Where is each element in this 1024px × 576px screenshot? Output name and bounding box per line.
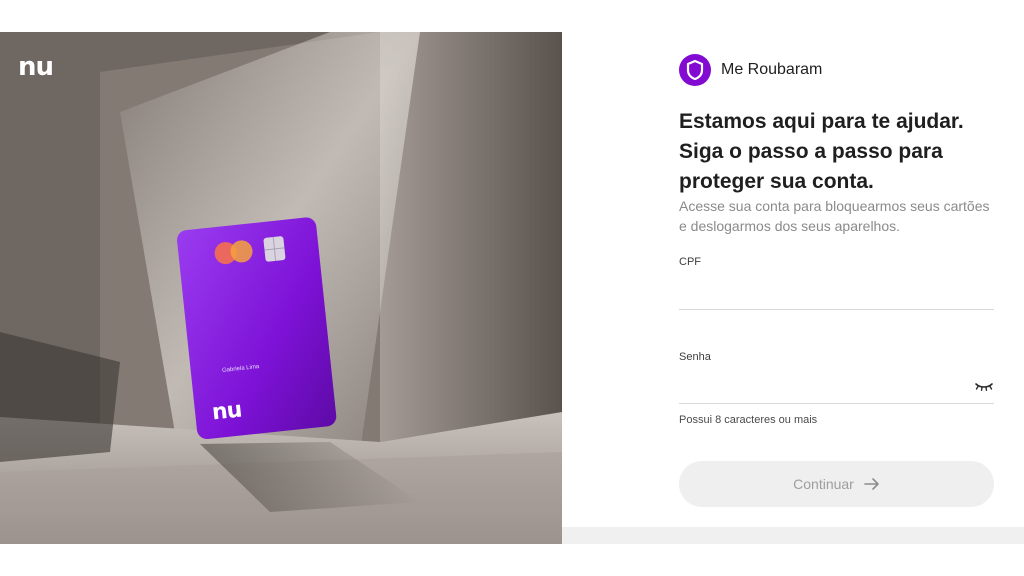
arrow-right-icon [864, 478, 879, 490]
panel-footer [562, 527, 1024, 544]
shield-icon [679, 54, 711, 86]
continue-label: Continuar [793, 476, 854, 492]
login-panel: Me Roubaram Estamos aqui para te ajudar.… [562, 32, 1024, 527]
eye-closed-icon[interactable] [974, 378, 994, 394]
credit-card [177, 217, 337, 440]
senha-input[interactable] [679, 376, 994, 404]
cpf-input[interactable] [679, 282, 994, 310]
senha-label: Senha [679, 351, 711, 363]
bottom-margin [0, 544, 1024, 576]
brand-header: Me Roubaram [679, 54, 822, 86]
page-title: Estamos aqui para te ajudar. Siga o pass… [679, 107, 1009, 197]
title-line-3: proteger sua conta. [679, 170, 874, 193]
page-description: Acesse sua conta para bloquearmos seus c… [679, 198, 990, 234]
title-line-1: Estamos aqui para te ajudar. [679, 110, 964, 133]
continue-button[interactable]: Continuar [679, 461, 994, 507]
hero-image: nu Gabriela Lima nu [0, 32, 562, 544]
card-logo: nu [210, 397, 243, 426]
cpf-label: CPF [679, 256, 701, 268]
top-margin [0, 0, 1024, 32]
brand-name: Me Roubaram [721, 61, 823, 78]
senha-hint: Possui 8 caracteres ou mais [679, 414, 818, 426]
title-line-2: Siga o passo a passo para [679, 140, 943, 163]
